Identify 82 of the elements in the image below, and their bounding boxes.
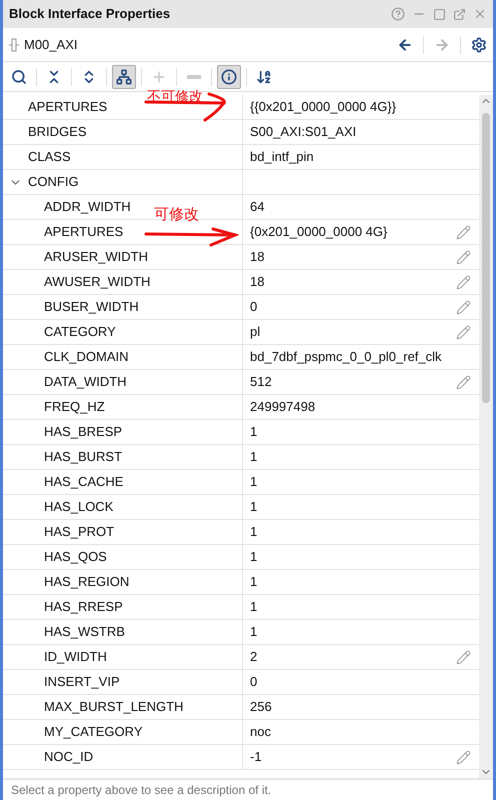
- edit-pencil-icon[interactable]: [456, 274, 471, 290]
- property-value: {{0x201_0000_0000 4G}}: [250, 98, 396, 116]
- property-value: 249997498: [250, 398, 316, 416]
- property-name: APERTURES: [44, 223, 124, 242]
- property-value: 1: [250, 548, 258, 566]
- edit-pencil-icon[interactable]: [456, 300, 471, 314]
- property-value: 512: [250, 373, 272, 392]
- property-name: CLK_DOMAIN: [44, 348, 129, 366]
- property-name: AWUSER_WIDTH: [44, 273, 150, 292]
- status-text: Select a property above to see a description of it.: [11, 782, 272, 799]
- sort-icon: [256, 68, 272, 84]
- property-value: 1: [250, 598, 258, 616]
- settings-icon[interactable]: [471, 36, 487, 52]
- property-name: HAS_CACHE: [44, 473, 124, 492]
- edit-pencil-icon[interactable]: [456, 250, 471, 264]
- property-value: 0: [250, 298, 258, 316]
- property-name: CLASS: [28, 148, 71, 166]
- property-value: 1: [250, 448, 258, 466]
- property-name: BUSER_WIDTH: [44, 298, 139, 316]
- property-value: 1: [250, 573, 258, 592]
- property-name: APERTURES: [28, 98, 108, 116]
- annotation-text: 可修改: [154, 206, 199, 224]
- property-name: CATEGORY: [44, 323, 116, 342]
- property-value: bd_7dbf_pspmc_0_0_pl0_ref_clk: [250, 348, 442, 366]
- property-name: ARUSER_WIDTH: [44, 248, 148, 266]
- property-name: HAS_RRESP: [44, 598, 123, 616]
- edit-pencil-icon[interactable]: [456, 224, 471, 240]
- property-name: INSERT_VIP: [44, 673, 120, 692]
- property-value: {0x201_0000_0000 4G}: [250, 223, 388, 242]
- property-name: MY_CATEGORY: [44, 723, 142, 742]
- property-value: pl: [250, 323, 260, 342]
- scrollbar-thumb[interactable]: [482, 113, 490, 403]
- back-arrow-icon[interactable]: [397, 36, 413, 52]
- property-name: ID_WIDTH: [44, 648, 107, 666]
- property-name: HAS_LOCK: [44, 498, 114, 516]
- edit-pencil-icon[interactable]: [456, 650, 471, 664]
- property-value: 1: [250, 498, 258, 516]
- property-name: HAS_BURST: [44, 448, 122, 466]
- info-button[interactable]: [217, 64, 241, 88]
- search-icon: [11, 68, 27, 84]
- property-name: HAS_WSTRB: [44, 623, 125, 642]
- edit-pencil-icon[interactable]: [456, 324, 471, 340]
- float-icon[interactable]: [453, 8, 466, 20]
- property-name: ADDR_WIDTH: [44, 198, 131, 216]
- close-icon[interactable]: [473, 7, 487, 21]
- property-name: DATA_WIDTH: [44, 373, 127, 392]
- property-value: 1: [250, 423, 258, 442]
- help-icon[interactable]: [391, 7, 405, 21]
- property-name: FREQ_HZ: [44, 398, 105, 416]
- property-name: BRIDGES: [28, 123, 87, 142]
- info-icon: [221, 68, 237, 84]
- object-name: M00_AXI: [24, 36, 78, 54]
- plus-icon: [151, 68, 167, 84]
- minus-icon: [187, 74, 201, 78]
- property-value: 64: [250, 198, 264, 216]
- maximize-icon[interactable]: [433, 8, 446, 20]
- property-name: MAX_BURST_LENGTH: [44, 698, 184, 716]
- tree-icon: [116, 68, 132, 84]
- tree-button[interactable]: [112, 64, 136, 88]
- property-value: -1: [250, 748, 262, 766]
- property-value: 18: [250, 273, 264, 292]
- property-name: NOC_ID: [44, 748, 94, 766]
- property-name: HAS_PROT: [44, 523, 114, 542]
- property-name: HAS_QOS: [44, 548, 107, 566]
- edit-pencil-icon[interactable]: [456, 374, 471, 390]
- property-value: noc: [250, 723, 271, 742]
- port-icon: [9, 38, 19, 52]
- window-title: Block Interface Properties: [9, 5, 170, 24]
- property-value: 1: [250, 523, 258, 542]
- property-value: 1: [250, 623, 258, 642]
- property-value: S00_AXI:S01_AXI: [250, 123, 356, 142]
- scrollbar[interactable]: [479, 95, 493, 778]
- property-value: 2: [250, 648, 258, 666]
- property-value: 256: [250, 698, 272, 716]
- edit-pencil-icon[interactable]: [456, 750, 471, 764]
- property-name: CONFIG: [28, 173, 79, 192]
- property-name: HAS_REGION: [44, 573, 130, 592]
- property-value: bd_intf_pin: [250, 148, 314, 166]
- property-name: HAS_BRESP: [44, 423, 122, 442]
- property-value: 1: [250, 473, 258, 492]
- property-value: 0: [250, 673, 258, 692]
- property-value: 18: [250, 248, 264, 266]
